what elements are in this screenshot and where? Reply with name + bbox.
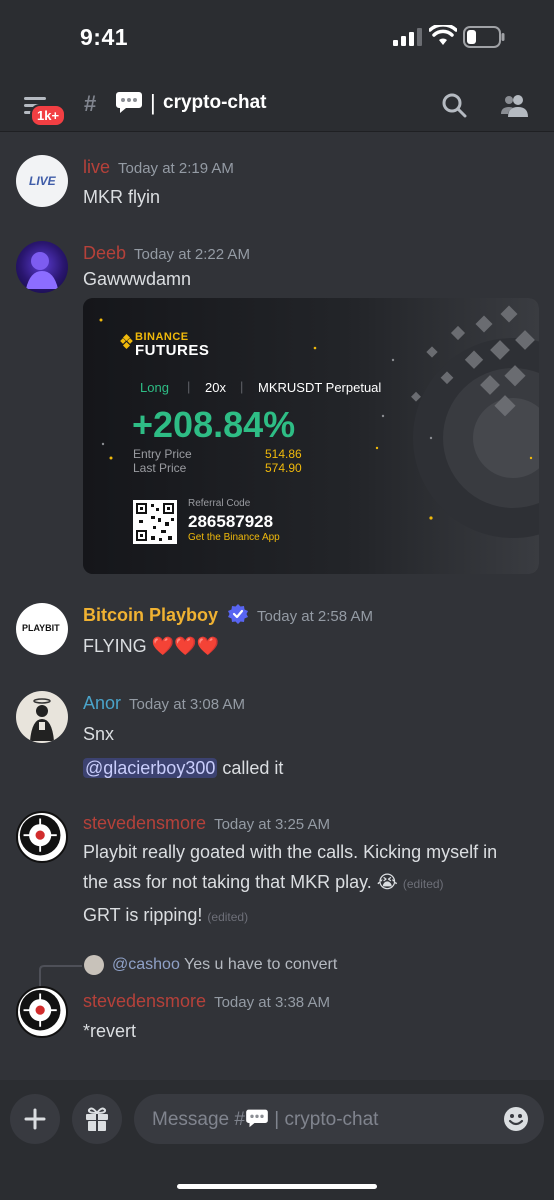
last-value: 574.90 xyxy=(265,461,302,475)
qr-code xyxy=(133,500,177,544)
avatar-figure xyxy=(26,252,58,289)
message-text: called it xyxy=(217,758,284,778)
plus-icon xyxy=(24,1108,46,1130)
message-timestamp: Today at 2:19 AM xyxy=(118,160,234,177)
position-side: Long xyxy=(140,380,169,395)
title-separator: | xyxy=(150,90,156,115)
placeholder-prefix: Message # xyxy=(152,1109,245,1130)
add-attachment-button[interactable] xyxy=(10,1094,60,1144)
message-text: Playbit really goated with the calls. Ki… xyxy=(83,842,498,862)
avatar-label: PLAYBIT xyxy=(22,623,60,633)
author-name[interactable]: Anor xyxy=(83,693,121,713)
leverage: 20x xyxy=(205,380,226,395)
message-anor: Anor Today at 3:08 AM Snx @glacierboy300 … xyxy=(0,686,554,786)
user-mention[interactable]: @glacierboy300 xyxy=(83,758,218,778)
reply-preview[interactable]: @cashoo Yes u have to convert xyxy=(112,956,337,974)
search-icon[interactable] xyxy=(441,92,467,118)
message-text: the ass for not taking that MKR play. 😭 xyxy=(83,872,398,892)
author-name[interactable]: Bitcoin Playboy xyxy=(83,605,218,625)
battery-icon xyxy=(463,26,505,48)
message-input[interactable]: Message # | crypto-chat xyxy=(134,1094,544,1144)
reply-text: Yes u have to convert xyxy=(184,956,338,973)
message-text: MKR flyin xyxy=(83,187,161,207)
headshot-logo-icon xyxy=(19,989,61,1031)
message-timestamp: Today at 3:38 AM xyxy=(214,994,330,1011)
avatar[interactable] xyxy=(16,811,68,863)
hash-lock-icon: # xyxy=(84,91,97,116)
avatar[interactable] xyxy=(16,691,68,743)
reply-avatar xyxy=(84,955,104,975)
edited-label: (edited) xyxy=(207,910,249,924)
last-label: Last Price xyxy=(133,461,187,475)
message-text: Snx xyxy=(83,724,115,744)
emoji-icon[interactable] xyxy=(502,1105,530,1133)
status-time: 9:41 xyxy=(80,24,129,50)
status-bar: 9:41 xyxy=(0,0,554,78)
divider: | xyxy=(240,379,244,394)
members-icon[interactable] xyxy=(500,92,530,118)
author-name[interactable]: live xyxy=(83,157,110,177)
entry-label: Entry Price xyxy=(133,447,192,461)
roi-value: +208.84% xyxy=(132,404,296,445)
message-text: GRT is ripping! xyxy=(83,905,203,925)
message-live: LIVE live Today at 2:19 AM MKR flyin xyxy=(0,150,554,220)
gift-button[interactable] xyxy=(72,1094,122,1144)
avatar[interactable]: LIVE xyxy=(16,155,68,207)
avatar[interactable] xyxy=(16,986,68,1038)
message-placeholder: Message # | crypto-chat xyxy=(152,1108,378,1131)
message-bitcoin-playboy: PLAYBIT Bitcoin Playboy Today at 2:58 AM… xyxy=(0,596,554,666)
reply-author[interactable]: @cashoo xyxy=(112,956,180,973)
message-timestamp: Today at 2:22 AM xyxy=(134,246,250,263)
unread-badge: 1k+ xyxy=(30,104,67,127)
verified-icon xyxy=(228,604,249,624)
message-deeb: Deeb Today at 2:22 AM Gawwwdamn xyxy=(0,236,554,296)
edited-label: (edited) xyxy=(402,877,444,891)
speech-bubble-icon xyxy=(246,1109,268,1128)
binance-futures-card[interactable]: BINANCE FUTURES Long | 20x | MKRUSDT Per… xyxy=(83,298,539,574)
headshot-logo-icon xyxy=(19,814,61,856)
message-timestamp: Today at 3:08 AM xyxy=(129,696,245,713)
message-text: Gawwwdamn xyxy=(83,269,192,289)
author-name[interactable]: stevedensmore xyxy=(83,813,206,833)
wifi-icon xyxy=(429,25,457,45)
signal-icon xyxy=(393,28,422,46)
avatar[interactable]: PLAYBIT xyxy=(16,603,68,655)
referral-code: 286587928 xyxy=(188,512,274,531)
author-name[interactable]: Deeb xyxy=(83,243,126,263)
avatar[interactable] xyxy=(16,241,68,293)
message-stevedensmore: stevedensmore Today at 3:25 AM Playbit re… xyxy=(0,804,554,934)
message-composer: Message # | crypto-chat xyxy=(0,1080,554,1200)
channel-header: 1k+ # | crypto-chat xyxy=(0,78,554,132)
gift-icon xyxy=(86,1107,108,1131)
speech-bubble-icon xyxy=(116,92,142,113)
placeholder-suffix: | crypto-chat xyxy=(274,1109,379,1130)
divider: | xyxy=(187,379,191,394)
avatar-figure xyxy=(30,698,54,741)
referral-label: Referral Code xyxy=(188,498,251,509)
message-text: *revert xyxy=(83,1021,137,1041)
channel-title[interactable]: crypto-chat xyxy=(163,92,266,114)
get-app-link: Get the Binance App xyxy=(188,532,280,543)
product-label: FUTURES xyxy=(135,342,210,359)
message-text: FLYING ❤️❤️❤️ xyxy=(83,636,219,656)
symbol: MKRUSDT Perpetual xyxy=(258,380,382,395)
avatar-label: LIVE xyxy=(29,174,56,188)
message-timestamp: Today at 2:58 AM xyxy=(257,608,373,625)
entry-value: 514.86 xyxy=(265,447,302,461)
author-name[interactable]: stevedensmore xyxy=(83,991,206,1011)
home-indicator[interactable] xyxy=(177,1184,377,1189)
message-timestamp: Today at 3:25 AM xyxy=(214,816,330,833)
message-stevedensmore-reply: @cashoo Yes u have to convert stevedensm… xyxy=(0,952,554,1052)
